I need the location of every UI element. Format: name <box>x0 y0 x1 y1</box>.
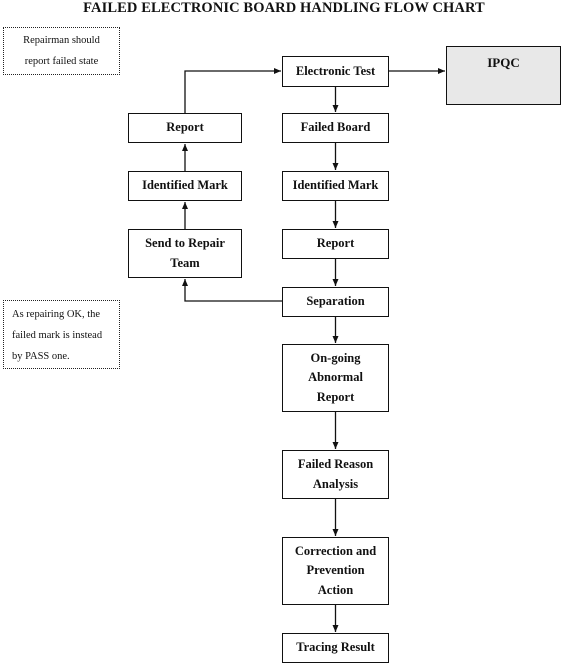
box-report-repair: Report <box>128 113 242 143</box>
box-identified-mark-main: Identified Mark <box>282 171 389 201</box>
box-label: Tracing Result <box>296 640 375 655</box>
box-ipqc: IPQC <box>446 46 561 105</box>
box-ongoing-abnormal-report: On-going Abnormal Report <box>282 344 389 412</box>
chart-title: FAILED ELECTRONIC BOARD HANDLING FLOW CH… <box>83 0 485 16</box>
box-identified-mark-repair: Identified Mark <box>128 171 242 201</box>
box-failed-board: Failed Board <box>282 113 389 143</box>
box-label: Separation <box>306 294 365 309</box>
box-electronic-test: Electronic Test <box>282 56 389 87</box>
box-label: Send to Repair Team <box>145 236 225 270</box>
note-repairman: Repairman should report failed state <box>3 27 120 75</box>
box-label: Electronic Test <box>295 63 376 78</box>
box-label: Failed Board <box>300 120 371 135</box>
box-label: Identified Mark <box>142 178 228 193</box>
note-repairing-ok: As repairing OK, the failed mark is inst… <box>3 300 120 369</box>
box-failed-reason-analysis: Failed Reason Analysis <box>282 450 389 499</box>
box-tracing-result: Tracing Result <box>282 633 389 663</box>
box-label: IPQC <box>487 55 520 70</box>
box-correction-prevention-action: Correction and Prevention Action <box>282 537 389 605</box>
arrow-separation-to-repair <box>182 279 282 302</box>
arrow-report-to-test <box>184 68 281 113</box>
box-send-to-repair-team: Send to Repair Team <box>128 229 242 278</box>
box-label: Failed Reason Analysis <box>297 457 374 491</box>
box-label: Report <box>316 236 355 251</box>
box-report-main: Report <box>282 229 389 259</box>
box-separation: Separation <box>282 287 389 317</box>
box-label: On-going Abnormal Report <box>308 350 363 404</box>
box-label: Identified Mark <box>292 178 379 193</box>
box-label: Report <box>166 120 204 135</box>
box-label: Correction and Prevention Action <box>294 543 377 597</box>
